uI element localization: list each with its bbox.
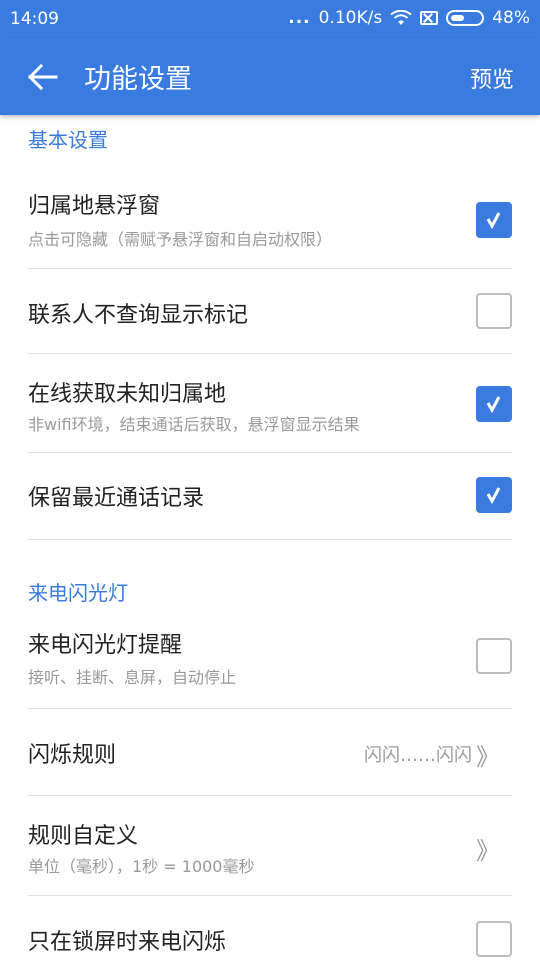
- check-icon: [486, 396, 501, 414]
- setting-contacts-no-query[interactable]: 联系人不查询显示标记: [28, 269, 512, 354]
- check-icon: [486, 487, 501, 505]
- chevron-right-icon: 》: [476, 743, 500, 771]
- checkbox-contacts-no-query[interactable]: [476, 293, 512, 329]
- chevron-right-icon: 》: [476, 837, 500, 865]
- check-icon: [486, 212, 501, 230]
- battery-percent: 48%: [492, 8, 530, 28]
- setting-label: 来电闪光灯提醒: [28, 633, 183, 658]
- section-header-basic: 基本设置: [28, 128, 108, 152]
- settings-list: 基本设置 归属地悬浮窗 点击可隐藏（需赋予悬浮窗和自启动权限） 联系人不查询显示…: [0, 115, 540, 966]
- setting-floating-window[interactable]: 归属地悬浮窗 点击可隐藏（需赋予悬浮窗和自启动权限）: [28, 153, 512, 269]
- checkbox-online-location[interactable]: [476, 386, 512, 422]
- flash-rule-value: 闪闪……闪闪: [364, 745, 472, 766]
- preview-button[interactable]: 预览: [470, 62, 514, 94]
- status-right: ... 0.10K/s 48%: [288, 8, 530, 28]
- setting-label: 在线获取未知归属地: [28, 382, 227, 407]
- setting-flash-only-locked[interactable]: 只在锁屏时来电闪烁: [28, 896, 512, 966]
- setting-keep-recent-calls[interactable]: 保留最近通话记录: [28, 453, 512, 540]
- section-header-flash: 来电闪光灯: [28, 581, 128, 605]
- checkbox-floating-window[interactable]: [476, 202, 512, 238]
- checkbox-flash-reminder[interactable]: [476, 638, 512, 674]
- setting-label: 闪烁规则: [28, 743, 117, 768]
- setting-label: 联系人不查询显示标记: [28, 303, 249, 328]
- battery-icon: [446, 10, 485, 26]
- page-title: 功能设置: [84, 64, 192, 95]
- setting-flash-reminder[interactable]: 来电闪光灯提醒 接听、挂断、息屏，自动停止: [28, 606, 512, 709]
- network-speed: 0.10K/s: [318, 8, 383, 28]
- arrow-left-icon[interactable]: [26, 62, 58, 92]
- checkbox-flash-only-locked[interactable]: [476, 921, 512, 957]
- setting-label: 保留最近通话记录: [28, 486, 205, 511]
- wifi-icon: [390, 10, 412, 25]
- setting-label: 归属地悬浮窗: [28, 194, 161, 219]
- setting-description: 点击可隐藏（需赋予悬浮窗和自启动权限）: [28, 230, 333, 249]
- setting-online-location[interactable]: 在线获取未知归属地 非wifi环境，结束通话后获取，悬浮窗显示结果: [28, 354, 512, 453]
- no-sim-icon: [420, 11, 439, 25]
- setting-custom-rule[interactable]: 规则自定义 单位（毫秒），1秒 = 1000毫秒 》: [28, 796, 512, 896]
- status-bar: 14:09 ... 0.10K/s 48%: [0, 0, 540, 38]
- setting-label: 只在锁屏时来电闪烁: [28, 930, 227, 955]
- status-time: 14:09: [10, 9, 59, 29]
- setting-description: 接听、挂断、息屏，自动停止: [28, 668, 237, 687]
- app-bar: 功能设置 预览: [0, 38, 540, 115]
- status-dots: ...: [288, 8, 311, 28]
- setting-flash-rule[interactable]: 闪烁规则 闪闪……闪闪 》: [28, 709, 512, 796]
- checkbox-keep-recent-calls[interactable]: [476, 477, 512, 513]
- battery-fill: [451, 15, 465, 21]
- setting-label: 规则自定义: [28, 824, 139, 849]
- setting-description: 非wifi环境，结束通话后获取，悬浮窗显示结果: [28, 415, 360, 434]
- setting-description: 单位（毫秒），1秒 = 1000毫秒: [28, 857, 255, 876]
